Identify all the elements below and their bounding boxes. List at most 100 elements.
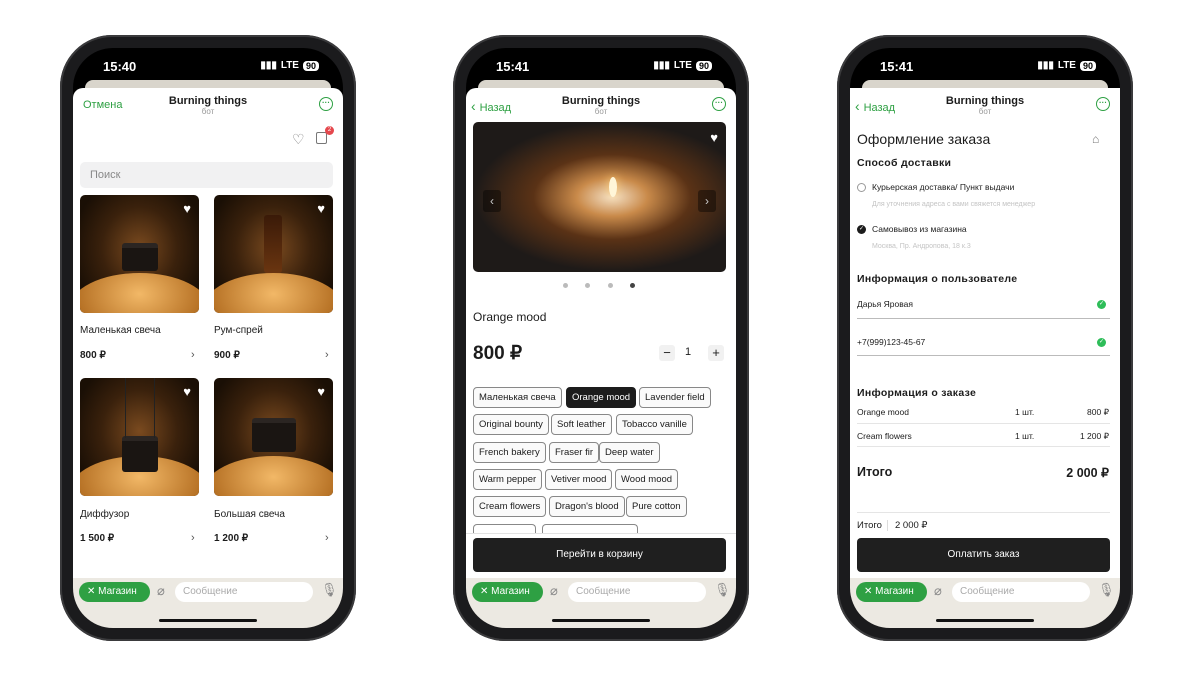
carousel-dot[interactable] xyxy=(563,283,568,288)
chevron-right-icon[interactable]: › xyxy=(325,532,329,544)
shop-button[interactable]: ✕ Магазин xyxy=(79,582,150,602)
mic-icon[interactable]: 🎙︎ xyxy=(321,582,338,598)
variant-tag[interactable]: Deep water xyxy=(599,442,660,463)
product-price: 1 200 ₽ xyxy=(214,533,249,544)
status-time: 15:41 xyxy=(880,59,914,74)
variant-tag[interactable]: Cream flowers xyxy=(473,496,547,517)
close-icon: ✕ xyxy=(864,586,876,597)
check-icon: ✓ xyxy=(1097,338,1106,347)
attach-icon[interactable]: ⌀ xyxy=(157,583,165,599)
heart-icon[interactable]: ♥ xyxy=(317,201,325,216)
cart-bag-icon[interactable] xyxy=(316,132,327,144)
home-icon[interactable]: ⌂ xyxy=(1092,132,1099,146)
next-image-button[interactable]: › xyxy=(698,190,716,212)
more-icon[interactable]: ··· xyxy=(1096,97,1110,111)
carousel-dot[interactable] xyxy=(608,283,613,288)
message-input[interactable]: Сообщение xyxy=(952,582,1090,602)
message-input[interactable]: Сообщение xyxy=(568,582,706,602)
product-name[interactable]: Маленькая свеча xyxy=(80,325,161,336)
product-card-image[interactable]: ♥ xyxy=(80,195,199,313)
product-name[interactable]: Диффузор xyxy=(80,509,129,520)
order-item-qty: 1 шт. xyxy=(1015,407,1035,417)
network: LTE xyxy=(280,60,299,71)
increment-button[interactable]: + xyxy=(708,345,724,361)
network: LTE xyxy=(673,60,692,71)
phone-catalog: 15:40 ▮▮▮ LTE 90 Отмена Burning things бот… xyxy=(60,35,356,641)
signal-icon: ▮▮▮ xyxy=(653,60,670,71)
shop-label: Магазин xyxy=(98,586,137,597)
dynamic-island xyxy=(168,56,248,80)
order-heading: Информация о заказе xyxy=(857,387,977,399)
heart-icon[interactable]: ♥ xyxy=(183,384,191,399)
variant-tag[interactable]: Pure cotton xyxy=(626,496,687,517)
webapp-sheet: ‹ Назад Burning things бот ··· ♥ ‹ › Ora… xyxy=(466,88,736,578)
mic-icon[interactable]: 🎙︎ xyxy=(1098,582,1115,598)
order-item-qty: 1 шт. xyxy=(1015,431,1035,441)
dynamic-island xyxy=(945,56,1025,80)
radio-courier[interactable] xyxy=(857,183,866,192)
attach-icon[interactable]: ⌀ xyxy=(550,583,558,599)
more-icon[interactable]: ··· xyxy=(319,97,333,111)
divider xyxy=(466,533,736,534)
variant-tag[interactable]: Warm pepper xyxy=(473,469,543,490)
total-value: 2 000 ₽ xyxy=(1066,466,1109,480)
product-card-image[interactable]: ♥ xyxy=(214,378,333,496)
cart-badge: 2 xyxy=(325,126,334,135)
mic-icon[interactable]: 🎙︎ xyxy=(714,582,731,598)
phone-field[interactable]: +7(999)123-45-67 xyxy=(857,337,925,347)
variant-tag[interactable]: Dragon's blood xyxy=(549,496,625,517)
chevron-right-icon[interactable]: › xyxy=(325,349,329,361)
delivery-option-label[interactable]: Самовывоз из магазина xyxy=(872,224,967,234)
carousel-dot[interactable] xyxy=(585,283,590,288)
shop-label: Магазин xyxy=(491,586,530,597)
shop-button[interactable]: ✕ Магазин xyxy=(856,582,927,602)
variant-tag[interactable]: Vetiver mood xyxy=(545,469,613,490)
message-input[interactable]: Сообщение xyxy=(175,582,313,602)
radio-pickup-checked[interactable]: ✓ xyxy=(857,225,866,234)
pay-order-button[interactable]: Оплатить заказ xyxy=(857,538,1110,572)
bot-title: Burning things xyxy=(945,95,1025,107)
home-indicator xyxy=(936,619,1034,622)
heart-icon[interactable]: ♥ xyxy=(710,130,718,145)
more-icon[interactable]: ··· xyxy=(712,97,726,111)
name-field[interactable]: Дарья Яровая xyxy=(857,299,913,309)
product-price: 800 ₽ xyxy=(80,350,106,361)
delivery-option-label[interactable]: Курьерская доставка/ Пункт выдачи xyxy=(872,182,1014,192)
flame xyxy=(609,177,617,197)
chevron-right-icon[interactable]: › xyxy=(191,532,195,544)
variant-tag[interactable]: Wood mood xyxy=(615,469,679,490)
heart-icon[interactable]: ♥ xyxy=(183,201,191,216)
search-input[interactable]: Поиск xyxy=(80,162,333,188)
product-name[interactable]: Большая свеча xyxy=(214,509,285,520)
variant-tag[interactable]: Original bounty xyxy=(473,414,549,435)
order-item-price: 800 ₽ xyxy=(1087,407,1109,417)
product-card-image[interactable]: ♥ xyxy=(80,378,199,496)
screen: 15:41 ▮▮▮ LTE 90 ‹ Назад Burning things бо… xyxy=(466,48,736,628)
shop-button[interactable]: ✕ Магазин xyxy=(472,582,543,602)
carousel-dot-active[interactable] xyxy=(630,283,635,288)
bot-title: Burning things xyxy=(561,95,641,107)
webapp-sheet: ‹ Назад Burning things бот ··· Оформлени… xyxy=(850,88,1120,578)
variant-tag[interactable]: Tobacco vanille xyxy=(616,414,693,435)
product-name[interactable]: Рум-спрей xyxy=(214,325,263,336)
home-indicator xyxy=(552,619,650,622)
product-image-carousel[interactable]: ♥ ‹ › xyxy=(473,122,726,272)
attach-icon[interactable]: ⌀ xyxy=(934,583,942,599)
variant-tag[interactable]: Soft leather xyxy=(551,414,612,435)
product-title: Orange mood xyxy=(473,310,547,324)
chat-input-bar: ✕ Магазин ⌀ Сообщение 🎙︎ xyxy=(466,578,736,628)
heart-icon[interactable]: ♥ xyxy=(317,384,325,399)
variant-tag-selected[interactable]: Orange mood xyxy=(566,387,637,408)
check-icon: ✓ xyxy=(1097,300,1106,309)
chevron-right-icon[interactable]: › xyxy=(191,349,195,361)
decrement-button[interactable]: − xyxy=(659,345,675,361)
variant-tag[interactable]: Маленькая свеча xyxy=(473,387,562,408)
favorites-heart-icon[interactable]: ♡ xyxy=(292,131,305,148)
product-card-image[interactable]: ♥ xyxy=(214,195,333,313)
variant-tag[interactable]: Fraser fir xyxy=(549,442,599,463)
bot-subtitle: бот xyxy=(201,107,215,116)
prev-image-button[interactable]: ‹ xyxy=(483,190,501,212)
go-to-cart-button[interactable]: Перейти в корзину xyxy=(473,538,726,572)
variant-tag[interactable]: Lavender field xyxy=(639,387,711,408)
variant-tag[interactable]: French bakery xyxy=(473,442,546,463)
